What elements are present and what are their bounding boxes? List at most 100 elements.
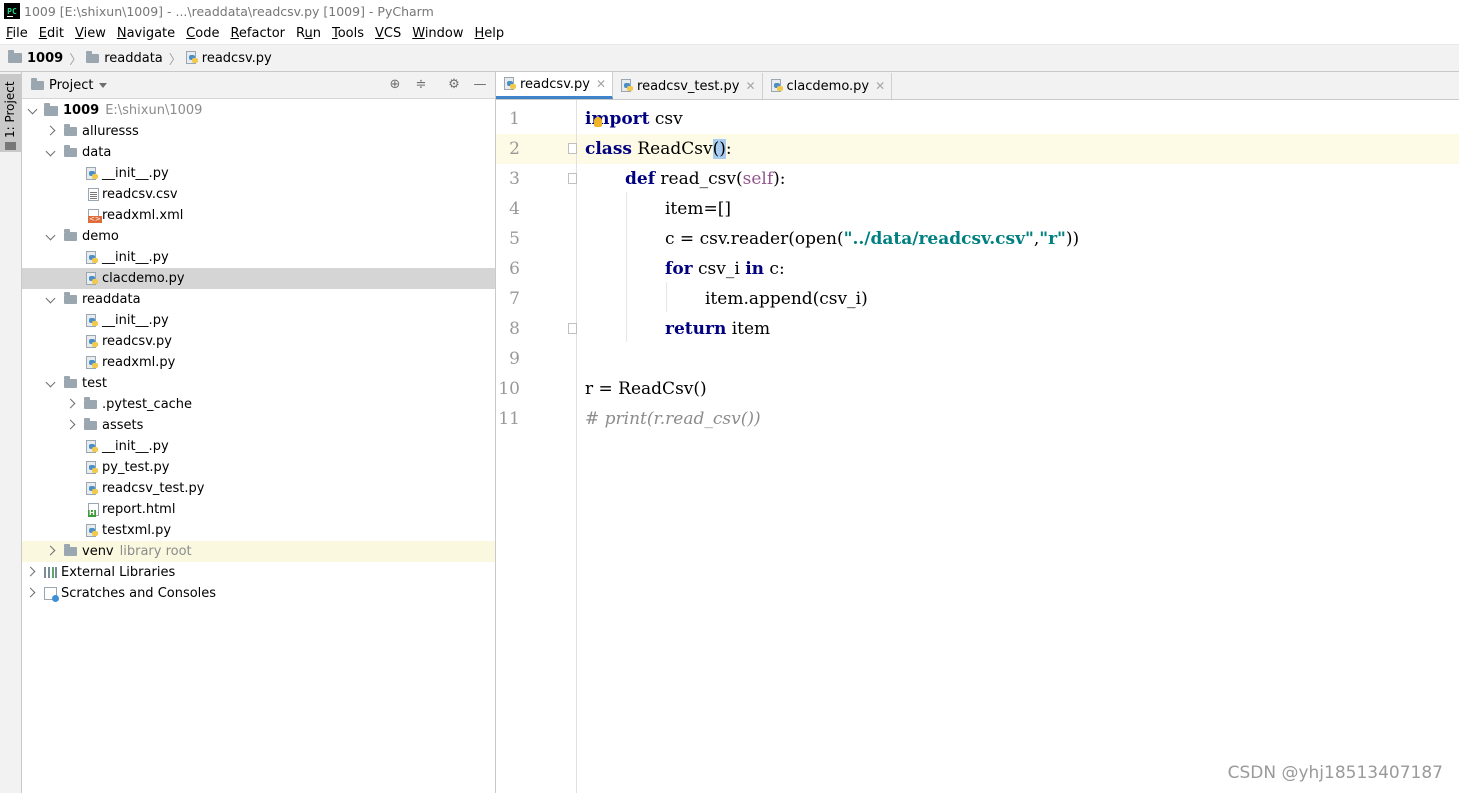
python-file-icon <box>504 77 517 91</box>
menu-view[interactable]: View <box>69 26 111 41</box>
menu-run[interactable]: Run <box>290 26 326 41</box>
csv-file-icon <box>88 188 99 201</box>
project-tool-label: 1: Project <box>3 81 17 138</box>
tree-item-file[interactable]: py_test.py <box>22 457 495 478</box>
tree-item-file[interactable]: readcsv_test.py <box>22 478 495 499</box>
chevron-right-icon[interactable] <box>62 420 78 431</box>
project-panel-header: Project ⊕ ≑ ⚙ — <box>22 72 495 99</box>
folder-icon <box>5 142 16 150</box>
tree-item-file[interactable]: __init__.py <box>22 310 495 331</box>
menu-file[interactable]: File <box>0 26 33 41</box>
python-file-icon <box>86 166 99 181</box>
chevron-right-icon[interactable] <box>22 588 38 599</box>
menu-tools[interactable]: Tools <box>326 26 369 41</box>
python-file-icon <box>86 271 99 286</box>
menu-vcs[interactable]: VCS <box>369 26 406 41</box>
tree-item-file[interactable]: readcsv.py <box>22 331 495 352</box>
folder-icon <box>64 145 77 157</box>
library-icon <box>44 567 57 578</box>
line-number: 4 <box>509 199 520 219</box>
menu-code[interactable]: Code <box>180 26 224 41</box>
tree-item-file-selected[interactable]: clacdemo.py <box>22 268 495 289</box>
fold-icon[interactable] <box>568 173 577 184</box>
editor-tab[interactable]: readcsv_test.py ✕ <box>613 73 763 99</box>
line-number: 7 <box>509 289 520 309</box>
chevron-down-icon[interactable] <box>42 147 58 158</box>
scratches-icon <box>44 587 59 602</box>
tree-item-file[interactable]: readxml.py <box>22 352 495 373</box>
tree-item-folder[interactable]: .pytest_cache <box>22 394 495 415</box>
code-line-5: c = csv.reader(open("../data/readcsv.csv… <box>665 229 1080 249</box>
breadcrumb-readdata[interactable]: readdata 〉 <box>86 49 184 68</box>
folder-icon <box>86 50 100 63</box>
collapse-all-icon[interactable]: ≑ <box>414 78 428 92</box>
python-file-icon <box>86 523 99 538</box>
chevron-right-icon[interactable] <box>42 126 58 137</box>
breadcrumb-project[interactable]: 1009 〉 <box>8 49 84 68</box>
tree-item-file[interactable]: __init__.py <box>22 247 495 268</box>
menu-refactor[interactable]: Refactor <box>224 26 290 41</box>
code-line-7: item.append(csv_i) <box>705 289 868 309</box>
python-file-icon <box>770 79 784 93</box>
project-tool-tab[interactable]: 1: Project <box>0 74 21 152</box>
chevron-down-icon[interactable] <box>42 294 58 305</box>
line-number: 11 <box>498 409 520 429</box>
close-icon[interactable]: ✕ <box>596 77 606 91</box>
code-line-11: # print(r.read_csv()) <box>585 409 761 429</box>
line-number: 3 <box>509 169 520 189</box>
hide-icon[interactable]: — <box>473 78 487 92</box>
code-line-2: class ReadCsv(): <box>585 139 732 159</box>
tree-item-folder[interactable]: venv library root <box>22 541 495 562</box>
editor-tab[interactable]: clacdemo.py ✕ <box>763 73 893 99</box>
lightbulb-icon[interactable] <box>594 117 602 127</box>
tree-item-folder[interactable]: assets <box>22 415 495 436</box>
tree-item-folder[interactable]: data <box>22 142 495 163</box>
editor-tab-active[interactable]: readcsv.py ✕ <box>496 72 614 99</box>
title-bar: PC 1009 [E:\shixun\1009] - ...\readdata\… <box>0 0 1459 22</box>
close-icon[interactable]: ✕ <box>875 79 885 93</box>
chevron-down-icon[interactable] <box>24 105 40 116</box>
xml-file-icon <box>88 209 102 223</box>
locate-icon[interactable]: ⊕ <box>388 78 402 92</box>
folder-icon <box>64 292 77 304</box>
folder-icon <box>64 124 77 136</box>
tree-item-root[interactable]: 1009 E:\shixun\1009 <box>22 100 495 121</box>
menu-edit[interactable]: Edit <box>33 26 69 41</box>
folder-icon <box>44 102 58 116</box>
code-editor[interactable]: import csv class ReadCsv(): def read_csv… <box>577 100 1459 793</box>
tree-item-external-libraries[interactable]: External Libraries <box>22 562 495 583</box>
menu-window[interactable]: Window <box>406 26 468 41</box>
chevron-down-icon[interactable] <box>42 378 58 389</box>
tree-item-file[interactable]: testxml.py <box>22 520 495 541</box>
fold-icon[interactable] <box>568 143 577 154</box>
breadcrumb-separator-icon: 〉 <box>69 52 83 68</box>
menu-navigate[interactable]: Navigate <box>111 26 180 41</box>
tree-item-file[interactable]: report.html <box>22 499 495 520</box>
fold-icon[interactable] <box>568 323 577 334</box>
breadcrumb-file[interactable]: readcsv.py <box>185 51 272 66</box>
tree-item-folder[interactable]: test <box>22 373 495 394</box>
close-icon[interactable]: ✕ <box>745 79 755 93</box>
menu-help[interactable]: Help <box>469 26 510 41</box>
tree-item-folder[interactable]: readdata <box>22 289 495 310</box>
tree-item-folder[interactable]: demo <box>22 226 495 247</box>
tree-item-file[interactable]: __init__.py <box>22 436 495 457</box>
tree-item-scratches[interactable]: Scratches and Consoles <box>22 583 495 604</box>
tree-item-folder[interactable]: alluresss <box>22 121 495 142</box>
project-view-selector[interactable]: Project <box>31 77 108 93</box>
chevron-right-icon[interactable] <box>42 546 58 557</box>
tree-item-file[interactable]: __init__.py <box>22 163 495 184</box>
tree-item-file[interactable]: readcsv.csv <box>22 184 495 205</box>
folder-icon <box>31 77 44 90</box>
breadcrumb-separator-icon: 〉 <box>168 52 182 68</box>
chevron-right-icon[interactable] <box>22 567 38 578</box>
gear-icon[interactable]: ⚙ <box>447 78 461 92</box>
code-line-10: r = ReadCsv() <box>585 379 707 399</box>
line-number: 6 <box>509 259 520 279</box>
chevron-right-icon[interactable] <box>62 399 78 410</box>
line-number: 8 <box>509 319 520 339</box>
left-tool-strip: 1: Project <box>0 72 22 793</box>
tree-item-file[interactable]: readxml.xml <box>22 205 495 226</box>
chevron-down-icon[interactable] <box>42 231 58 242</box>
breadcrumb: 1009 〉 readdata 〉 readcsv.py <box>0 45 1459 72</box>
